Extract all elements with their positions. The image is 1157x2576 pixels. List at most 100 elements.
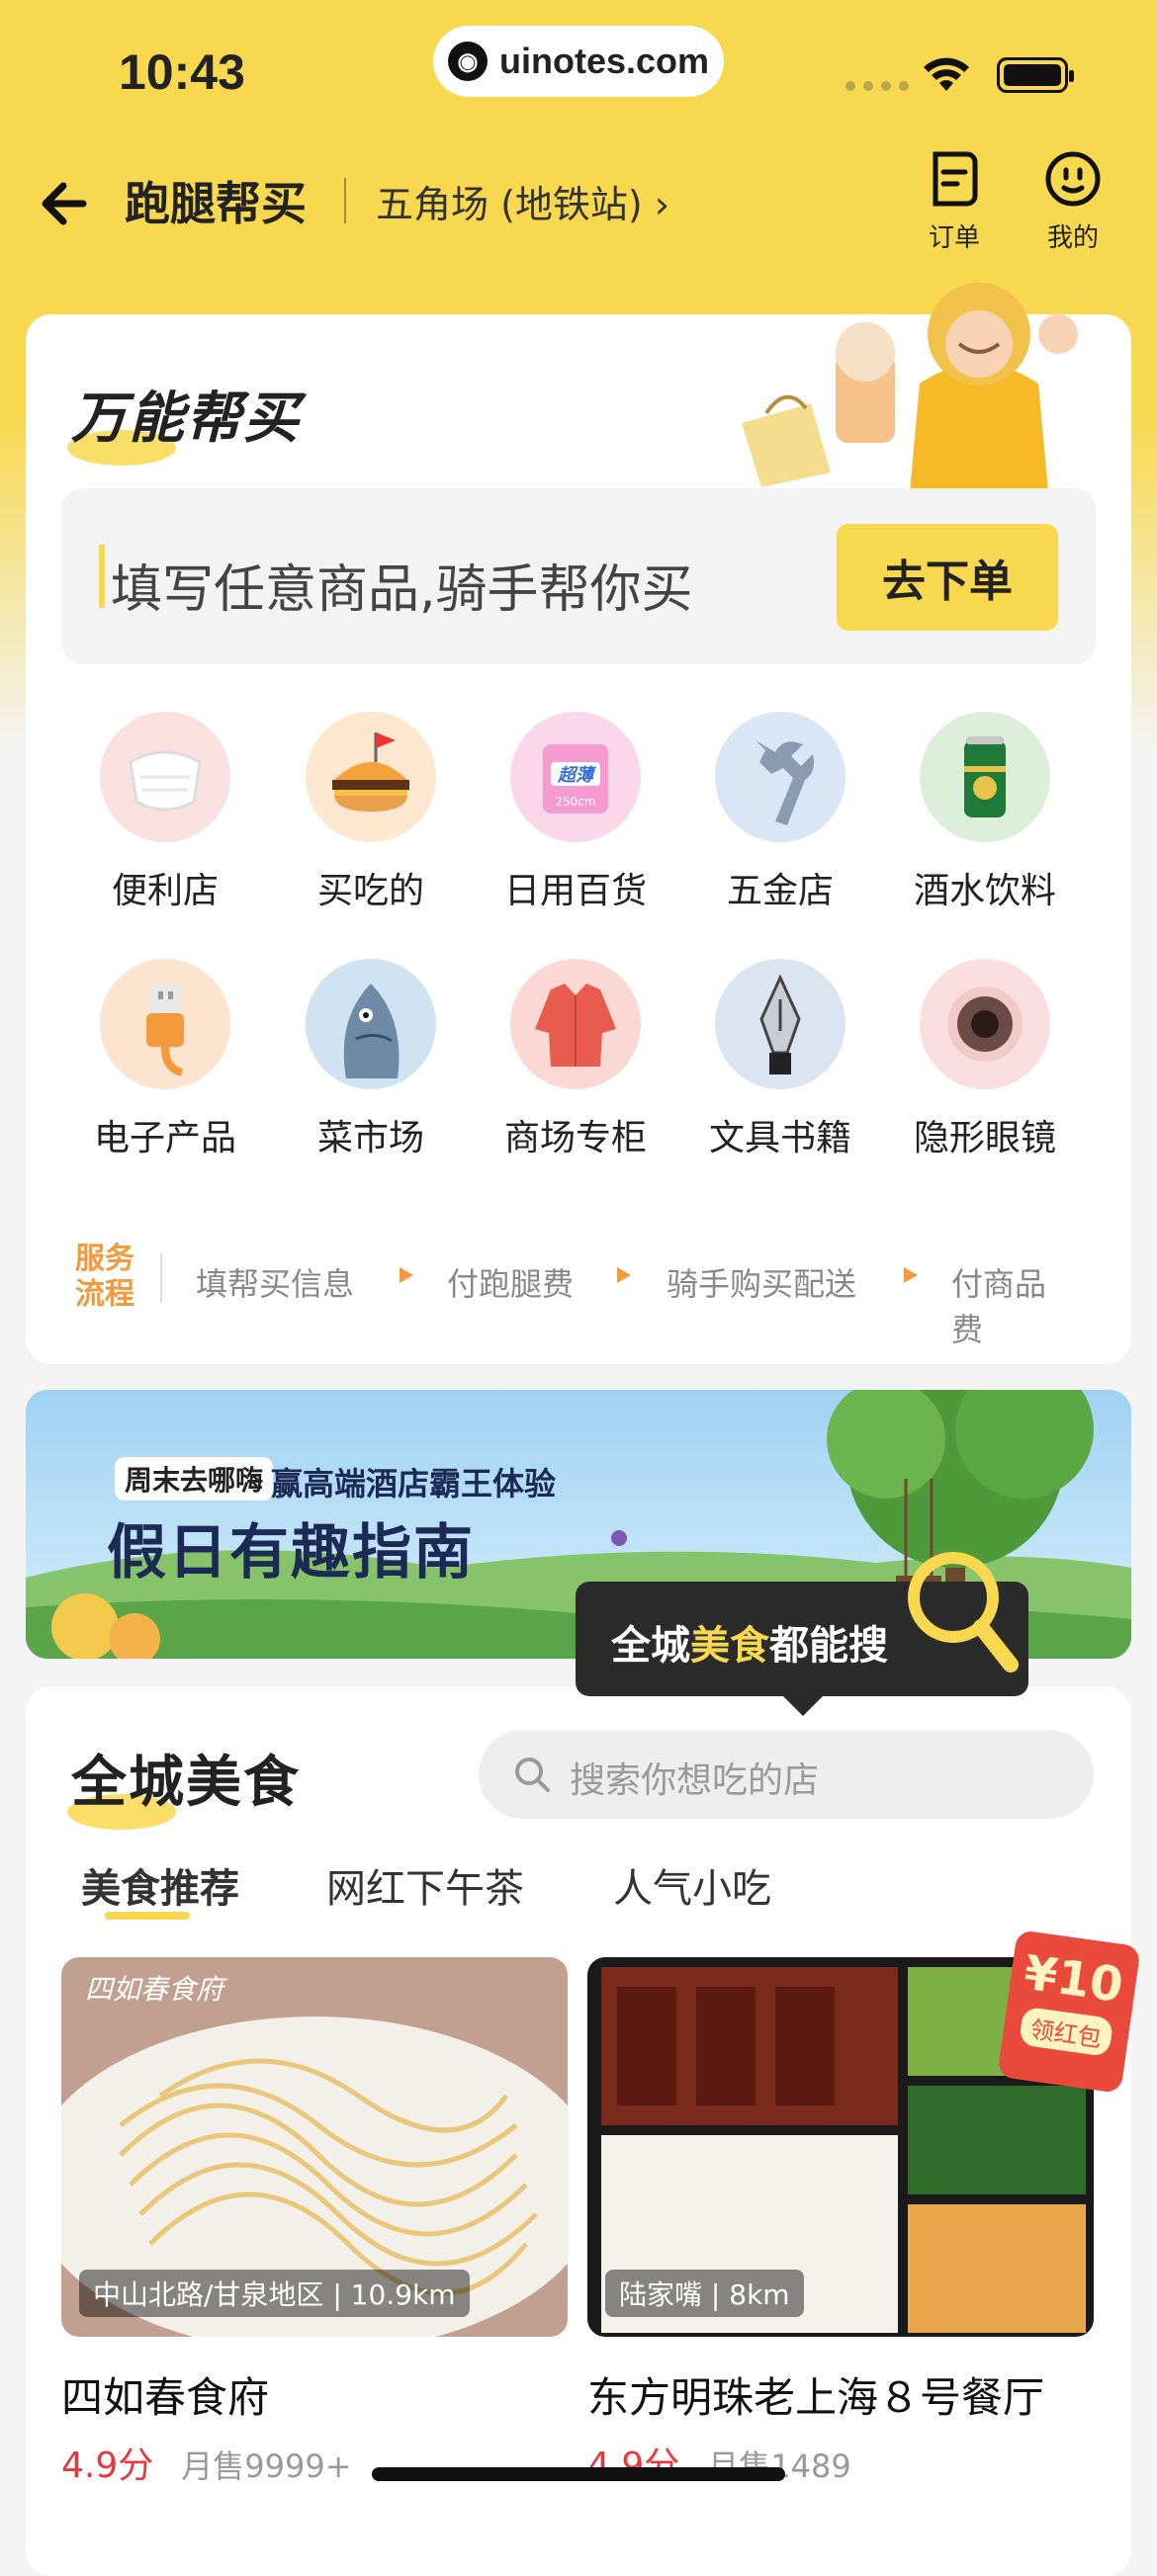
beer-can-icon xyxy=(920,712,1050,842)
profile-smile-icon xyxy=(1045,151,1101,207)
place-order-button[interactable]: 去下单 xyxy=(837,524,1058,631)
service-flow-divider xyxy=(160,1253,162,1303)
tissue-pack-icon: 超薄 250cm xyxy=(510,712,641,842)
tissue-size-text: 250cm xyxy=(555,795,595,809)
fish-icon xyxy=(306,959,436,1089)
category-label: 酒水饮料 xyxy=(913,871,1056,911)
banner-subtitle: 赢高端酒店霸王体验 xyxy=(271,1465,557,1503)
burger-icon xyxy=(306,712,436,842)
category-label: 电子产品 xyxy=(93,1118,236,1159)
nav-bar: 跑腿帮买 五角场 (地铁站) › 订单 我的 xyxy=(0,148,1157,257)
category-drinks[interactable]: 酒水饮料 xyxy=(901,712,1069,913)
buy-section-title: 万能帮买 xyxy=(67,374,301,466)
mine-label: 我的 xyxy=(1046,223,1099,253)
contact-lens-icon xyxy=(920,959,1050,1089)
shop-location: 中山北路/甘泉地区 xyxy=(93,2278,324,2311)
cellular-signal-icon xyxy=(846,81,909,91)
food-search-tooltip: 全城美食都能搜 xyxy=(576,1552,1028,1716)
wifi-icon xyxy=(924,57,969,91)
banner-tag: 周末去哪嗨 xyxy=(115,1457,274,1501)
flow-step: 付商品费 xyxy=(951,1265,1047,1348)
status-time: 10:43 xyxy=(119,44,245,100)
category-mall[interactable]: 商场专柜 xyxy=(491,959,660,1160)
flow-arrow-icon xyxy=(400,1267,413,1283)
orders-button[interactable]: 订单 xyxy=(900,148,1009,254)
shirt-icon xyxy=(510,959,641,1089)
shop-score: 4.9分 xyxy=(61,2446,154,2486)
category-food[interactable]: 买吃的 xyxy=(287,712,455,913)
wrench-icon xyxy=(715,712,846,842)
mask-icon xyxy=(100,712,230,842)
status-bar: 10:43 ◉ uinotes.com xyxy=(0,0,1157,138)
flow-step: 填帮买信息 xyxy=(196,1265,355,1303)
shop-name: 东方明珠老上海８号餐厅 xyxy=(587,2373,1045,2422)
category-label: 五金店 xyxy=(726,871,834,911)
active-tab-indicator xyxy=(105,1912,190,1920)
shop-name: 四如春食府 xyxy=(61,2373,270,2422)
category-stationery[interactable]: 文具书籍 xyxy=(696,959,864,1160)
back-arrow-icon[interactable] xyxy=(34,172,97,235)
category-contact-lenses[interactable]: 隐形眼镜 xyxy=(901,959,1069,1160)
shop-location-badge: 陆家嘴 | 8km xyxy=(605,2270,804,2317)
flow-step: 骑手购买配送 xyxy=(667,1265,857,1303)
flow-arrow-icon xyxy=(617,1267,631,1283)
shop-distance: 8km xyxy=(729,2278,790,2311)
rider-mascot-illustration xyxy=(742,283,1078,492)
category-hardware[interactable]: 五金店 xyxy=(696,712,864,913)
service-flow: 服务流程 填帮买信息 付跑腿费 骑手购买配送 付商品费 xyxy=(75,1238,1074,1348)
battery-icon xyxy=(997,57,1074,93)
banner-title: 假日有趣指南 xyxy=(107,1518,475,1588)
service-flow-tag: 服务流程 xyxy=(75,1242,134,1312)
usb-cable-icon xyxy=(100,959,230,1089)
buy-section-title-wrap: 万能帮买 xyxy=(67,374,301,466)
location-selector[interactable]: 五角场 (地铁站) › xyxy=(376,174,669,228)
shop-sales: 月售9999+ xyxy=(181,2447,352,2485)
category-label: 隐形眼镜 xyxy=(913,1118,1056,1159)
shop-card[interactable]: 四如春食府 中山北路/甘泉地区 | 10.9km 四如春食府 4.9分 月售999… xyxy=(61,1957,568,2488)
order-list-icon xyxy=(933,151,978,207)
tab-afternoon-tea[interactable]: 网红下午茶 xyxy=(326,1856,524,1914)
category-label: 文具书籍 xyxy=(708,1118,851,1159)
orders-label: 订单 xyxy=(928,223,980,253)
category-market[interactable]: 菜市场 xyxy=(287,959,455,1160)
red-packet-label: 领红包 xyxy=(1018,2006,1114,2058)
category-label: 买吃的 xyxy=(316,871,424,911)
shop-photo: 四如春食府 中山北路/甘泉地区 | 10.9km xyxy=(61,1957,568,2337)
tooltip-highlight: 美食 xyxy=(690,1623,769,1669)
flow-step: 付跑腿费 xyxy=(447,1265,575,1303)
buy-request-placeholder: 填写任意商品,骑手帮你买 xyxy=(111,560,693,620)
food-section-title-wrap: 全城美食 xyxy=(67,1738,301,1830)
category-electronics[interactable]: 电子产品 xyxy=(81,959,249,1160)
tooltip-text: 全城美食都能搜 xyxy=(611,1613,888,1671)
fountain-pen-icon xyxy=(715,959,846,1089)
tab-recommended[interactable]: 美食推荐 xyxy=(81,1856,239,1914)
nav-divider xyxy=(344,178,346,223)
site-logo-icon: ◉ xyxy=(447,42,488,81)
category-convenience-store[interactable]: 便利店 xyxy=(81,712,249,913)
tissue-brand-text: 超薄 xyxy=(557,765,596,786)
food-search-placeholder: 搜索你想吃的店 xyxy=(570,1760,820,1801)
red-packet-amount: ¥10 xyxy=(1021,1944,1127,2015)
url-pill[interactable]: ◉ uinotes.com xyxy=(433,26,724,97)
category-label: 商场专柜 xyxy=(503,1118,647,1159)
tab-snacks[interactable]: 人气小吃 xyxy=(613,1856,771,1914)
flow-arrow-icon xyxy=(904,1267,918,1283)
shop-location: 陆家嘴 xyxy=(619,2278,703,2311)
shop-location-badge: 中山北路/甘泉地区 | 10.9km xyxy=(79,2270,470,2317)
page-title: 跑腿帮买 xyxy=(125,177,307,230)
category-label: 菜市场 xyxy=(316,1118,424,1159)
magnifier-icon xyxy=(908,1552,1019,1673)
location-text: 五角场 (地铁站) xyxy=(376,183,643,226)
url-text: uinotes.com xyxy=(498,41,710,81)
food-search-input[interactable]: 搜索你想吃的店 xyxy=(479,1730,1094,1819)
category-daily-goods[interactable]: 超薄 250cm 日用百货 xyxy=(491,712,660,913)
shop-distance: 10.9km xyxy=(350,2278,456,2311)
shop-sign-text: 四如春食府 xyxy=(85,1973,227,2006)
tooltip-suffix: 都能搜 xyxy=(769,1623,888,1669)
mine-button[interactable]: 我的 xyxy=(1019,148,1127,254)
red-packet-button[interactable]: ¥10 领红包 xyxy=(997,1929,1141,2095)
search-icon xyxy=(515,1758,550,1792)
home-indicator xyxy=(372,2467,785,2481)
category-label: 日用百货 xyxy=(503,871,647,911)
food-section-title: 全城美食 xyxy=(67,1738,301,1830)
